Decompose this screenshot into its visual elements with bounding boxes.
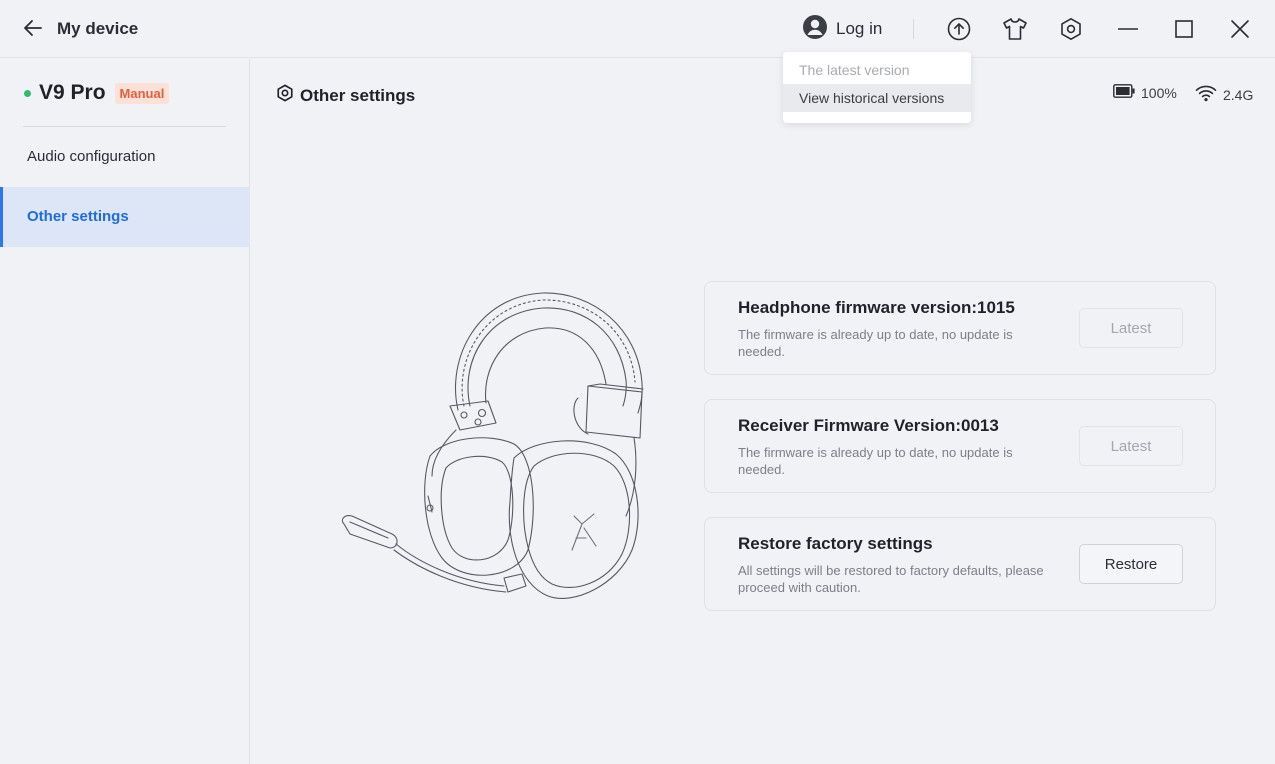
restore-factory-card: Restore factory settings All settings wi…: [704, 517, 1216, 611]
firmware-upgrade-icon[interactable]: [946, 16, 972, 42]
settings-hexagon-icon: [276, 84, 294, 107]
sidebar: V9 Pro Manual Audio configuration Other …: [0, 59, 250, 764]
card-title: Restore factory settings: [738, 534, 933, 553]
card-title: Headphone firmware version:1015: [738, 298, 1015, 317]
headset-illustration: [338, 288, 648, 604]
page-title: My device: [57, 19, 139, 38]
login-button[interactable]: Log in: [802, 14, 883, 45]
login-label: Log in: [836, 19, 883, 38]
section-header: Other settings: [276, 84, 415, 107]
connection-status: 2.4G: [1195, 84, 1253, 105]
wifi-icon: [1195, 84, 1217, 105]
firmware-version-dropdown: The latest version View historical versi…: [783, 52, 971, 123]
online-status-dot: [24, 89, 31, 97]
battery-icon: [1113, 84, 1135, 101]
sidebar-item-other-settings[interactable]: Other settings: [0, 187, 250, 247]
card-description: The firmware is already up to date, no u…: [738, 327, 1013, 359]
restore-button[interactable]: Restore: [1079, 544, 1183, 584]
headphone-firmware-card: Headphone firmware version:1015 The firm…: [704, 281, 1216, 375]
settings-hexagon-icon[interactable]: [1058, 16, 1084, 42]
mode-badge: Manual: [114, 82, 170, 104]
receiver-firmware-card: Receiver Firmware Version:0013 The firmw…: [704, 399, 1216, 493]
connection-type: 2.4G: [1223, 86, 1254, 103]
toolbar-divider: [913, 19, 914, 39]
menu-item-view-historical-versions[interactable]: View historical versions: [783, 84, 971, 112]
battery-level: 100%: [1141, 84, 1177, 101]
receiver-latest-button[interactable]: Latest: [1079, 426, 1183, 466]
close-icon[interactable]: [1227, 16, 1253, 42]
card-description: The firmware is already up to date, no u…: [738, 445, 1013, 477]
back-arrow-icon[interactable]: [22, 17, 44, 39]
skin-shirt-icon[interactable]: [1002, 16, 1028, 42]
sidebar-item-audio-configuration[interactable]: Audio configuration: [0, 127, 250, 187]
minimize-icon[interactable]: [1115, 16, 1141, 42]
device-header: V9 Pro Manual: [24, 81, 170, 105]
device-name: V9 Pro: [39, 81, 106, 104]
battery-status: 100%: [1113, 84, 1177, 101]
headphone-latest-button[interactable]: Latest: [1079, 308, 1183, 348]
title-bar: My device Log in: [0, 0, 1275, 58]
card-title: Receiver Firmware Version:0013: [738, 416, 999, 435]
maximize-icon[interactable]: [1171, 16, 1197, 42]
menu-item-latest-version: The latest version: [799, 62, 910, 78]
card-description: All settings will be restored to factory…: [738, 563, 1044, 595]
section-title: Other settings: [300, 85, 416, 105]
user-avatar-icon: [802, 14, 828, 45]
